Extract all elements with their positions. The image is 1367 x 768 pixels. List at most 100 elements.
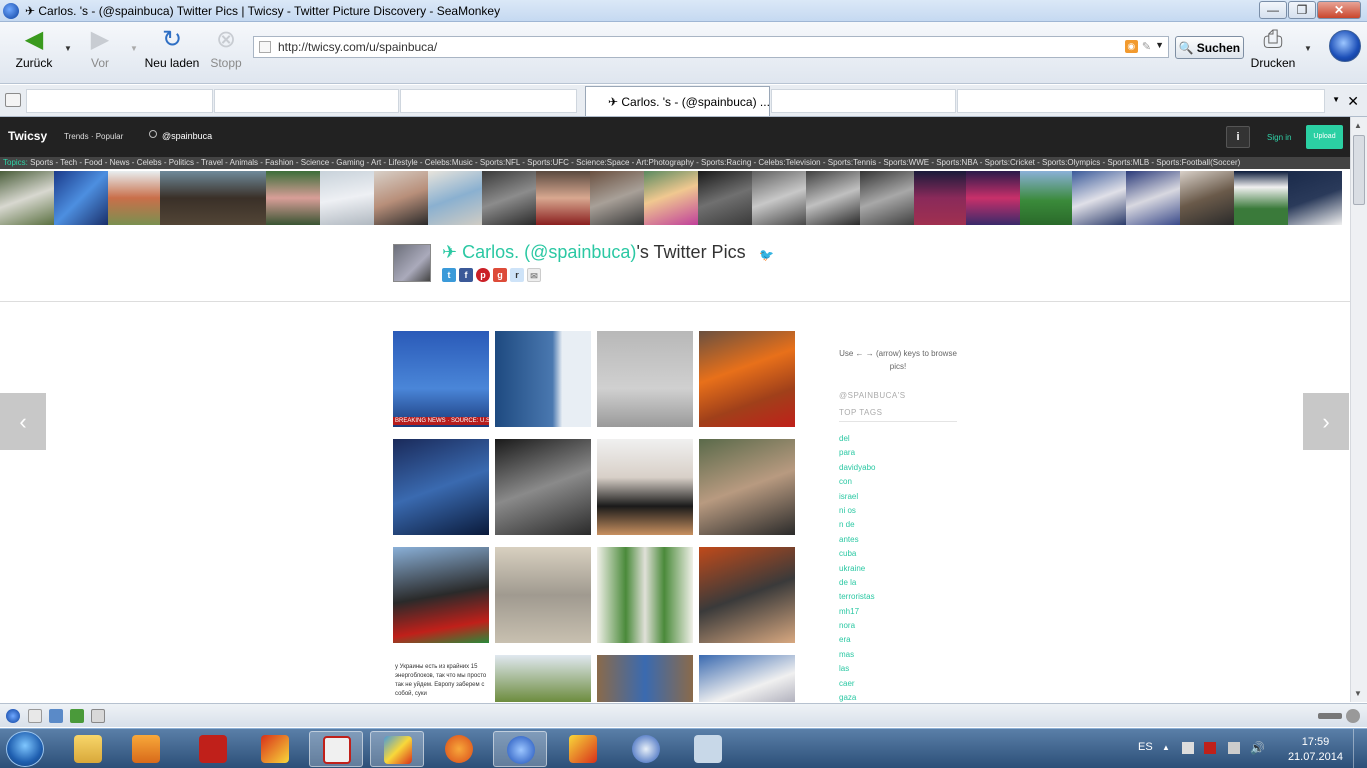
googleplus-share-icon[interactable]: g (493, 268, 507, 282)
rss-icon[interactable]: ◉ (1124, 40, 1138, 53)
photo-thumb[interactable] (393, 547, 489, 643)
show-desktop-button[interactable] (1353, 729, 1367, 768)
security-icon[interactable] (1346, 709, 1360, 723)
tag-link[interactable]: davidyabo (839, 461, 875, 475)
taskbar-vpn[interactable] (619, 731, 673, 767)
photo-thumb[interactable] (699, 439, 795, 535)
tab-list-dropdown-icon[interactable]: ▼ (1332, 95, 1340, 104)
tag-link[interactable]: antes (839, 533, 875, 547)
tray-volume-icon[interactable]: 🔊 (1250, 741, 1265, 755)
strip-thumb[interactable] (428, 171, 482, 225)
prev-arrow-button[interactable]: ‹ (0, 393, 46, 450)
tag-link[interactable]: del (839, 432, 875, 446)
email-share-icon[interactable]: ✉ (527, 268, 541, 282)
photo-thumb[interactable] (597, 439, 693, 535)
tray-expand-icon[interactable]: ▲ (1162, 743, 1170, 752)
bookmark-tabs-icon[interactable] (5, 93, 21, 107)
addressbook-icon[interactable] (49, 709, 63, 723)
composer-icon[interactable] (70, 709, 84, 723)
language-indicator[interactable]: ES (1138, 741, 1153, 753)
topics-list[interactable]: Sports - Tech - Food - News - Celebs - P… (30, 158, 1240, 167)
tag-link[interactable]: caer (839, 677, 875, 691)
browser-icon[interactable] (6, 709, 20, 723)
strip-thumb[interactable] (160, 171, 266, 225)
tag-link[interactable]: mas (839, 648, 875, 662)
strip-thumb[interactable] (54, 171, 108, 225)
strip-thumb[interactable] (1020, 171, 1072, 225)
tag-link[interactable]: mh17 (839, 605, 875, 619)
strip-thumb[interactable] (806, 171, 860, 225)
tag-link[interactable]: terroristas (839, 590, 875, 604)
scrollbar-thumb[interactable] (1353, 135, 1365, 205)
strip-thumb[interactable] (108, 171, 160, 225)
twicsy-logo[interactable]: Twicsy (8, 129, 47, 143)
strip-thumb[interactable] (1126, 171, 1180, 225)
photo-thumb[interactable] (699, 547, 795, 643)
start-button[interactable] (6, 731, 44, 767)
tab-blank-1[interactable] (26, 89, 213, 113)
tag-link[interactable]: ukraine (839, 562, 875, 576)
tag-link[interactable]: gaza (839, 691, 875, 702)
tag-link[interactable]: de la (839, 576, 875, 590)
scroll-down-icon[interactable]: ▼ (1354, 689, 1362, 698)
strip-thumb[interactable] (536, 171, 590, 225)
strip-thumb[interactable] (698, 171, 752, 225)
reddit-share-icon[interactable]: r (510, 268, 524, 282)
tray-flag-icon[interactable] (1182, 742, 1194, 754)
close-button[interactable]: ✕ (1317, 1, 1361, 19)
photo-thumb[interactable] (597, 547, 693, 643)
pinterest-share-icon[interactable]: p (476, 268, 490, 282)
tab-active[interactable]: ✈ Carlos. 's - (@spainbuca) ... (585, 86, 770, 116)
avatar[interactable] (393, 244, 431, 282)
strip-thumb[interactable] (914, 171, 966, 225)
forward-button[interactable]: ▶ Vor (72, 26, 128, 76)
next-arrow-button[interactable]: › (1303, 393, 1349, 450)
chat-icon[interactable] (91, 709, 105, 723)
reload-button[interactable]: ↻ Neu laden (142, 26, 202, 76)
back-dropdown-icon[interactable]: ▼ (64, 44, 72, 53)
sign-in-link[interactable]: Sign in (1267, 133, 1291, 142)
upload-button[interactable]: Upload (1306, 125, 1343, 149)
strip-thumb[interactable] (1072, 171, 1126, 225)
photo-thumb[interactable]: BREAKING NEWS · SOURCE: U.S. CONCLUDES P… (393, 331, 489, 427)
url-dropdown-icon[interactable]: ▼ (1155, 40, 1164, 53)
pencil-icon[interactable]: ✎ (1142, 40, 1151, 53)
twitter-bird-icon[interactable]: 🐦 (759, 248, 774, 262)
taskbar-firefox[interactable] (432, 731, 486, 767)
tray-security-icon[interactable] (1204, 742, 1216, 754)
search-button[interactable]: 🔍 Suchen (1175, 36, 1244, 59)
strip-thumb[interactable] (966, 171, 1020, 225)
taskbar-medical[interactable] (309, 731, 363, 767)
tag-link[interactable]: con (839, 475, 875, 489)
minimize-button[interactable]: — (1259, 1, 1287, 19)
taskbar-editor[interactable] (556, 731, 610, 767)
twitter-share-icon[interactable]: t (442, 268, 456, 282)
taskbar-filezilla[interactable] (186, 731, 240, 767)
tag-link[interactable]: nora (839, 619, 875, 633)
taskbar-seamonkey[interactable] (493, 731, 547, 767)
photo-thumb[interactable] (597, 331, 693, 427)
print-dropdown-icon[interactable]: ▼ (1304, 44, 1312, 53)
photo-thumb[interactable]: у Украины есть из крайних 15 энергоблоко… (393, 655, 489, 702)
tag-link[interactable]: n de (839, 518, 875, 532)
photo-thumb[interactable] (495, 547, 591, 643)
strip-thumb[interactable] (590, 171, 644, 225)
forward-dropdown-icon[interactable]: ▼ (130, 44, 138, 53)
strip-thumb[interactable] (1342, 171, 1350, 225)
tab-blank-3[interactable] (400, 89, 577, 113)
profile-name-link[interactable]: ✈ Carlos. (@spainbuca) (442, 242, 636, 262)
tag-link[interactable]: era (839, 633, 875, 647)
strip-thumb[interactable] (1288, 171, 1342, 225)
tab-blank-5[interactable] (957, 89, 1325, 113)
strip-thumb[interactable] (0, 171, 54, 225)
seamonkey-logo-icon[interactable] (1329, 30, 1361, 62)
facebook-share-icon[interactable]: f (459, 268, 473, 282)
tab-close-icon[interactable]: ✕ (1347, 93, 1359, 110)
tag-link[interactable]: para (839, 446, 875, 460)
strip-thumb[interactable] (860, 171, 914, 225)
tag-link[interactable]: cuba (839, 547, 875, 561)
taskbar-media[interactable] (119, 731, 173, 767)
photo-thumb[interactable] (597, 655, 693, 702)
taskbar-tool[interactable] (248, 731, 302, 767)
strip-thumb[interactable] (1180, 171, 1234, 225)
